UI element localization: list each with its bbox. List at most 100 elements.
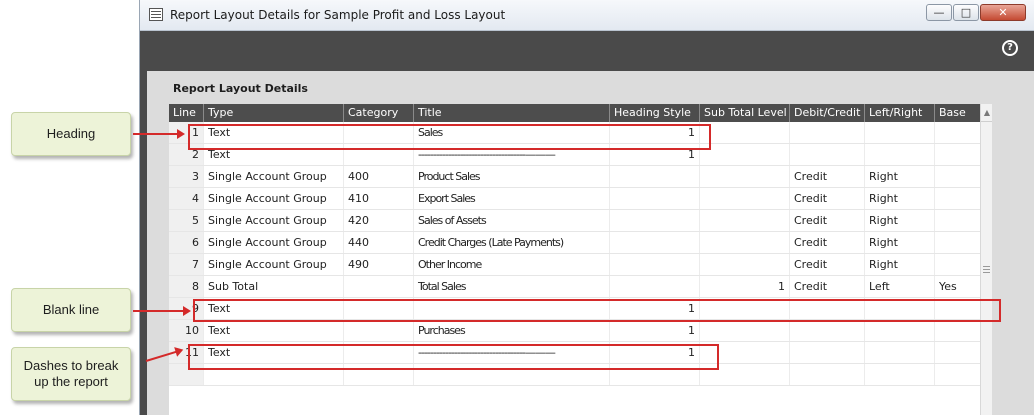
row-base[interactable] <box>934 122 980 143</box>
row-category[interactable]: 490 <box>343 254 413 275</box>
row-title[interactable]: Other Income <box>413 254 609 275</box>
row-category[interactable] <box>343 276 413 297</box>
vertical-scrollbar[interactable]: ▲ <box>980 104 992 415</box>
table-row[interactable]: 6 Single Account Group 440 Credit Charges (… <box>169 232 992 254</box>
row-title[interactable] <box>413 364 609 385</box>
row-debit-credit[interactable] <box>789 364 864 385</box>
row-category[interactable]: 410 <box>343 188 413 209</box>
row-type[interactable]: Text <box>203 320 343 341</box>
row-debit-credit[interactable]: Credit <box>789 254 864 275</box>
row-heading-style[interactable] <box>609 188 699 209</box>
row-sub-total-level[interactable]: 1 <box>699 276 789 297</box>
row-debit-credit[interactable] <box>789 342 864 363</box>
row-left-right[interactable]: Right <box>864 254 934 275</box>
row-base[interactable] <box>934 254 980 275</box>
row-line-number[interactable]: 10 <box>169 320 203 341</box>
col-header-sub-total-level[interactable]: Sub Total Level <box>699 104 789 122</box>
row-type[interactable]: Single Account Group <box>203 254 343 275</box>
row-line-number[interactable] <box>169 364 203 385</box>
row-line-number[interactable]: 2 <box>169 144 203 165</box>
row-sub-total-level[interactable] <box>699 364 789 385</box>
row-line-number[interactable]: 5 <box>169 210 203 231</box>
row-debit-credit[interactable]: Credit <box>789 188 864 209</box>
row-base[interactable] <box>934 342 980 363</box>
row-base[interactable] <box>934 364 980 385</box>
row-heading-style[interactable] <box>609 276 699 297</box>
help-icon[interactable]: ? <box>1002 40 1018 56</box>
row-type[interactable]: Single Account Group <box>203 188 343 209</box>
row-title[interactable]: ------------------------------------——— <box>413 144 609 165</box>
row-base[interactable] <box>934 188 980 209</box>
row-type[interactable]: Text <box>203 298 343 319</box>
row-left-right[interactable] <box>864 122 934 143</box>
row-base[interactable] <box>934 298 980 319</box>
row-title[interactable] <box>413 298 609 319</box>
table-row[interactable]: 11 Text ----------------------------------… <box>169 342 992 364</box>
row-category[interactable] <box>343 144 413 165</box>
row-left-right[interactable] <box>864 342 934 363</box>
row-left-right[interactable]: Right <box>864 166 934 187</box>
col-header-type[interactable]: Type <box>203 104 343 122</box>
row-heading-style[interactable] <box>609 364 699 385</box>
row-left-right[interactable]: Right <box>864 232 934 253</box>
row-type[interactable]: Text <box>203 144 343 165</box>
title-bar[interactable]: Report Layout Details for Sample Profit … <box>140 0 1034 31</box>
maximize-button[interactable]: □ <box>953 4 979 21</box>
row-heading-style[interactable]: 1 <box>609 320 699 341</box>
row-title[interactable]: Credit Charges (Late Payments) <box>413 232 609 253</box>
row-title[interactable]: Sales of Assets <box>413 210 609 231</box>
row-debit-credit[interactable] <box>789 122 864 143</box>
col-header-base[interactable]: Base <box>934 104 980 122</box>
table-row[interactable]: 1 Text Sales 1 <box>169 122 992 144</box>
row-line-number[interactable]: 7 <box>169 254 203 275</box>
col-header-category[interactable]: Category <box>343 104 413 122</box>
scroll-thumb-grip-icon[interactable] <box>983 266 990 273</box>
row-heading-style[interactable]: 1 <box>609 144 699 165</box>
table-row[interactable]: 10 Text Purchases 1 <box>169 320 992 342</box>
row-debit-credit[interactable]: Credit <box>789 276 864 297</box>
col-header-heading-style[interactable]: Heading Style <box>609 104 699 122</box>
row-left-right[interactable] <box>864 144 934 165</box>
row-category[interactable]: 400 <box>343 166 413 187</box>
row-type[interactable]: Text <box>203 342 343 363</box>
row-type[interactable]: Single Account Group <box>203 232 343 253</box>
minimize-button[interactable]: — <box>926 4 952 21</box>
row-type[interactable]: Text <box>203 122 343 143</box>
table-row[interactable]: 9 Text 1 <box>169 298 992 320</box>
row-left-right[interactable] <box>864 364 934 385</box>
col-header-line[interactable]: Line <box>169 104 203 122</box>
col-header-debit-credit[interactable]: Debit/Credit <box>789 104 864 122</box>
row-title[interactable]: Product Sales <box>413 166 609 187</box>
row-line-number[interactable]: 3 <box>169 166 203 187</box>
row-category[interactable] <box>343 320 413 341</box>
row-heading-style[interactable]: 1 <box>609 298 699 319</box>
row-left-right[interactable]: Right <box>864 210 934 231</box>
row-category[interactable] <box>343 298 413 319</box>
row-category[interactable] <box>343 364 413 385</box>
row-debit-credit[interactable] <box>789 298 864 319</box>
table-row[interactable] <box>169 364 992 386</box>
row-sub-total-level[interactable] <box>699 210 789 231</box>
row-title[interactable]: ------------------------------------——— <box>413 342 609 363</box>
row-type[interactable] <box>203 364 343 385</box>
col-header-title[interactable]: Title <box>413 104 609 122</box>
row-title[interactable]: Sales <box>413 122 609 143</box>
row-sub-total-level[interactable] <box>699 188 789 209</box>
scroll-up-icon[interactable]: ▲ <box>981 104 992 122</box>
row-sub-total-level[interactable] <box>699 342 789 363</box>
row-base[interactable] <box>934 144 980 165</box>
row-category[interactable] <box>343 342 413 363</box>
table-row[interactable]: 5 Single Account Group 420 Sales of Assets C… <box>169 210 992 232</box>
row-heading-style[interactable] <box>609 166 699 187</box>
row-base[interactable] <box>934 232 980 253</box>
row-heading-style[interactable]: 1 <box>609 122 699 143</box>
row-sub-total-level[interactable] <box>699 232 789 253</box>
row-base[interactable]: Yes <box>934 276 980 297</box>
table-row[interactable]: 8 Sub Total Total Sales 1 Credit Left Yes <box>169 276 992 298</box>
row-line-number[interactable]: 6 <box>169 232 203 253</box>
row-sub-total-level[interactable] <box>699 320 789 341</box>
row-sub-total-level[interactable] <box>699 254 789 275</box>
row-debit-credit[interactable]: Credit <box>789 232 864 253</box>
row-sub-total-level[interactable] <box>699 298 789 319</box>
close-button[interactable]: ✕ <box>980 4 1026 21</box>
